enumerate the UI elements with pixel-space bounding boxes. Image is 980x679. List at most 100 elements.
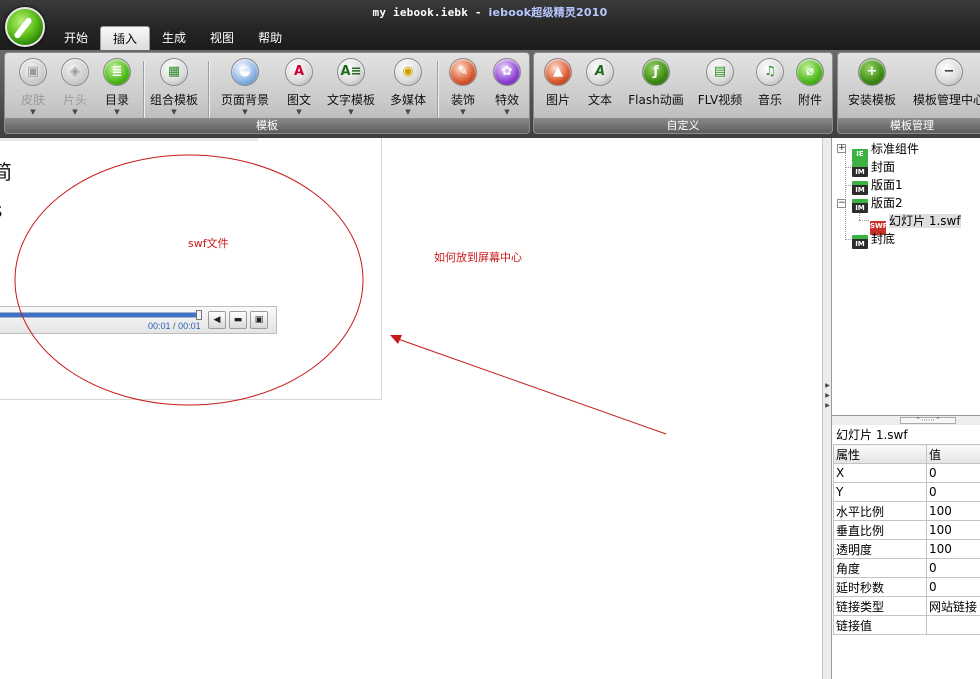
intro-icon: ◈ <box>61 58 89 86</box>
page-tree: + IE 标准组件 IM 封面 IM 版面1 − IM 版面2 SWF幻灯片 1.swf… <box>832 138 980 416</box>
tree-item-label: 标准组件 <box>871 142 920 156</box>
combo-template-label: 组合模板 <box>149 93 198 107</box>
tab-help[interactable]: 帮助 <box>246 26 294 50</box>
ribbon-group-label-template-management: 模板管理 <box>838 118 980 133</box>
attachment-icon: ⌀ <box>796 58 824 86</box>
property-value[interactable]: 0 <box>926 577 980 597</box>
table-row[interactable]: 链接类型 网站链接 <box>833 596 980 616</box>
chevron-down-icon: ▼ <box>171 108 177 116</box>
property-value[interactable]: 100 <box>926 501 980 521</box>
effects-button[interactable]: ✿ 特效 ▼ <box>487 58 527 120</box>
chevron-down-icon: ▼ <box>504 108 510 116</box>
property-name: 链接值 <box>833 615 927 635</box>
intro-button[interactable]: ◈ 片头 ▼ <box>55 58 95 120</box>
table-row[interactable]: 延时秒数 0 <box>833 577 980 597</box>
decoration-icon: ✎ <box>449 58 477 86</box>
annotation-overlay <box>14 154 667 435</box>
tab-insert[interactable]: 插入 <box>100 26 151 50</box>
property-name: 角度 <box>833 558 927 578</box>
table-row[interactable]: Y0 <box>833 482 980 502</box>
table-row[interactable]: 垂直比例 100 <box>833 520 980 540</box>
flv-video-label: FLV视频 <box>697 93 743 107</box>
property-name: 延时秒数 <box>833 577 927 597</box>
image-text-label: 图文 <box>286 93 311 107</box>
text-template-label: 文字模板 <box>326 93 375 107</box>
text-button[interactable]: A 文本 <box>582 58 618 120</box>
table-row[interactable]: 水平比例 100 <box>833 501 980 521</box>
chevron-down-icon: ▼ <box>405 108 411 116</box>
text-icon: A <box>586 58 614 86</box>
horizontal-splitter[interactable]: ⌃⋯⋯⌃ <box>832 416 980 425</box>
ribbon-separator <box>437 61 438 119</box>
tree-item-label: 幻灯片 1.swf <box>889 214 961 228</box>
tree-item-standard-components[interactable]: IE 标准组件 <box>852 140 920 163</box>
ribbon-group-label-template: 模板 <box>5 118 529 133</box>
attachment-label: 附件 <box>797 93 822 107</box>
tree-item-layout-1[interactable]: IM 版面1 <box>852 176 903 195</box>
flash-button[interactable]: ƒ Flash动画 <box>626 58 686 120</box>
text-template-button[interactable]: A≡ 文字模板 ▼ <box>323 58 379 120</box>
text-template-icon: A≡ <box>337 58 365 86</box>
flv-video-button[interactable]: ▤ FLV视频 <box>694 58 746 120</box>
music-label: 音乐 <box>757 93 782 107</box>
table-row[interactable]: 角度 0 <box>833 558 980 578</box>
annotation-ellipse <box>14 154 364 406</box>
property-name: 水平比例 <box>833 501 927 521</box>
editor-canvas[interactable]: 简 s 00:01 / 00:01 ◀ ▬ ▣ swf文件 如何放到屏幕中心 <box>0 138 822 679</box>
page-background-button[interactable]: ◒ 页面背景 ▼ <box>217 58 273 120</box>
panel-splitter[interactable]: ▶ ▶ ▶ <box>822 138 831 679</box>
multimedia-icon: ◉ <box>394 58 422 86</box>
skin-button[interactable]: ▣ 皮肤 ▼ <box>13 58 53 120</box>
window-title-app: iebook超级精灵2010 <box>488 6 608 19</box>
picture-button[interactable]: ▲ 图片 <box>540 58 576 120</box>
tree-expand-icon[interactable]: + <box>837 144 846 153</box>
table-row[interactable]: X0 <box>833 463 980 483</box>
ribbon-group-template-management: + 安装模板 − 模板管理中心 模板管理 <box>837 52 980 134</box>
table-row[interactable]: 透明度 100 <box>833 539 980 559</box>
tree-item-layout-2[interactable]: IM 版面2 <box>852 194 903 213</box>
template-center-button[interactable]: − 模板管理中心 <box>912 58 980 120</box>
property-name: 链接类型 <box>833 596 927 616</box>
tree-item-back-cover[interactable]: IM 封底 <box>852 230 895 249</box>
tree-item-slide-swf[interactable]: SWF幻灯片 1.swf <box>870 212 961 235</box>
splitter-grip-icon[interactable]: ⌃⋯⋯⌃ <box>900 417 956 424</box>
table-row[interactable]: 链接值 <box>833 615 980 635</box>
tab-start[interactable]: 开始 <box>52 26 100 50</box>
image-text-button[interactable]: A 图文 ▼ <box>279 58 319 120</box>
multimedia-button[interactable]: ◉ 多媒体 ▼ <box>385 58 431 120</box>
tab-generate[interactable]: 生成 <box>150 26 198 50</box>
decoration-button[interactable]: ✎ 装饰 ▼ <box>443 58 483 120</box>
install-template-label: 安装模板 <box>847 93 896 107</box>
toc-button[interactable]: ≣ 目录 ▼ <box>97 58 137 120</box>
collapse-arrows-icon[interactable]: ▶ ▶ ▶ <box>824 381 831 421</box>
effects-icon: ✿ <box>493 58 521 86</box>
effects-label: 特效 <box>494 93 519 107</box>
chevron-down-icon: ▼ <box>460 108 466 116</box>
tab-view[interactable]: 视图 <box>198 26 246 50</box>
property-value[interactable]: 100 <box>926 539 980 559</box>
image-text-icon: A <box>285 58 313 86</box>
music-button[interactable]: ♫ 音乐 <box>752 58 788 120</box>
property-value[interactable]: 网站链接 <box>926 596 980 616</box>
combo-template-button[interactable]: ▦ 组合模板 ▼ <box>147 58 201 120</box>
property-value[interactable]: 0 <box>926 463 980 483</box>
tree-collapse-icon[interactable]: − <box>837 199 846 208</box>
property-value[interactable] <box>926 615 980 635</box>
install-template-icon: + <box>858 58 886 86</box>
text-label: 文本 <box>587 93 612 107</box>
skin-label: 皮肤 <box>20 93 45 107</box>
chevron-down-icon: ▼ <box>114 108 120 116</box>
attachment-button[interactable]: ⌀ 附件 <box>792 58 828 120</box>
page-icon: IM <box>852 199 868 213</box>
tree-item-label: 封面 <box>871 160 896 174</box>
property-value[interactable]: 0 <box>926 558 980 578</box>
tree-line <box>859 220 869 221</box>
install-template-button[interactable]: + 安装模板 <box>846 58 898 120</box>
property-value[interactable]: 0 <box>926 482 980 502</box>
flash-label: Flash动画 <box>628 93 684 107</box>
properties-header-name: 属性 <box>833 444 927 464</box>
ribbon-group-template: ▣ 皮肤 ▼ ◈ 片头 ▼ ≣ 目录 ▼ ▦ 组合模板 ▼ ◒ 页面背景 ▼ A… <box>4 52 530 134</box>
skin-icon: ▣ <box>19 58 47 86</box>
tree-item-cover[interactable]: IM 封面 <box>852 158 896 177</box>
property-value[interactable]: 100 <box>926 520 980 540</box>
